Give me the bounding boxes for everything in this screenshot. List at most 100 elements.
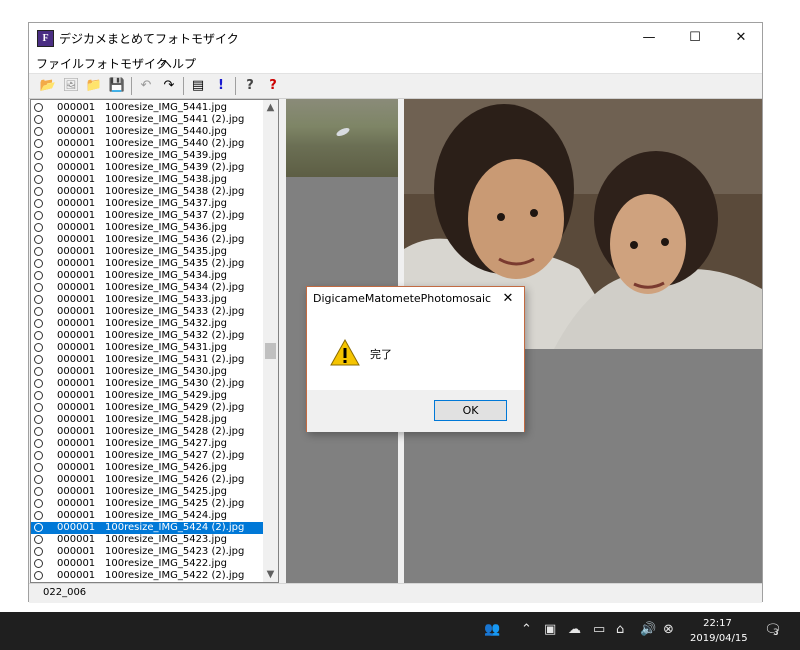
radio-icon[interactable] [34,103,43,112]
radio-icon[interactable] [34,115,43,124]
onedrive-icon[interactable]: ☁ [568,622,581,637]
radio-icon[interactable] [34,283,43,292]
list-item[interactable]: 000001 100resize_IMG_5422.jpg [31,558,264,570]
menu-photomosaic[interactable]: フォトモザイク [84,55,168,72]
list-item[interactable]: 000001 100resize_IMG_5431 (2).jpg [31,354,264,366]
radio-icon[interactable] [34,427,43,436]
file-list[interactable]: 000001 100resize_IMG_5422 (2).jpg 000001 10… [30,99,279,583]
radio-icon[interactable] [34,415,43,424]
radio-icon[interactable] [34,223,43,232]
list-item[interactable]: 000001 100resize_IMG_5426.jpg [31,462,264,474]
scroll-down-icon[interactable]: ▼ [263,567,278,582]
list-item[interactable]: 000001 100resize_IMG_5423.jpg [31,534,264,546]
radio-icon[interactable] [34,319,43,328]
minimize-button[interactable]: — [626,23,672,53]
radio-icon[interactable] [34,451,43,460]
list-item[interactable]: 000001 100resize_IMG_5436 (2).jpg [31,234,264,246]
list-item[interactable]: 000001 100resize_IMG_5426 (2).jpg [31,474,264,486]
list-item[interactable]: 000001 100resize_IMG_5438.jpg [31,174,264,186]
radio-icon[interactable] [34,127,43,136]
gallery-icon[interactable]: 🖼 [62,77,80,95]
list-item[interactable]: 000001 100resize_IMG_5425 (2).jpg [31,498,264,510]
radio-icon[interactable] [34,379,43,388]
list-item[interactable]: 000001 100resize_IMG_5427.jpg [31,438,264,450]
list-item[interactable]: 000001 100resize_IMG_5433 (2).jpg [31,306,264,318]
radio-icon[interactable] [34,271,43,280]
list-item[interactable]: 000001 100resize_IMG_5440 (2).jpg [31,138,264,150]
network-app-icon[interactable]: ▣ [544,622,556,637]
list-item[interactable]: 000001 100resize_IMG_5430.jpg [31,366,264,378]
list-item[interactable]: 000001 100resize_IMG_5433.jpg [31,294,264,306]
radio-icon[interactable] [34,367,43,376]
maximize-button[interactable]: ☐ [672,23,718,53]
radio-icon[interactable] [34,355,43,364]
list-item[interactable]: 000001 100resize_IMG_5423 (2).jpg [31,546,264,558]
radio-icon[interactable] [34,547,43,556]
list-item[interactable]: 000001 100resize_IMG_5435 (2).jpg [31,258,264,270]
wifi-icon[interactable]: ⌂ [616,622,624,637]
dialog-close-button[interactable]: ✕ [498,289,518,309]
list-item[interactable]: 000001 100resize_IMG_5431.jpg [31,342,264,354]
radio-icon[interactable] [34,463,43,472]
radio-icon[interactable] [34,343,43,352]
radio-icon[interactable] [34,499,43,508]
list-item[interactable]: 000001 100resize_IMG_5439.jpg [31,150,264,162]
radio-icon[interactable] [34,571,43,580]
radio-icon[interactable] [34,163,43,172]
list-item[interactable]: 000001 100resize_IMG_5441 (2).jpg [31,114,264,126]
radio-icon[interactable] [34,391,43,400]
folder-icon[interactable]: 📁 [85,77,103,95]
chevron-up-icon[interactable]: ⌃ [521,622,532,637]
list-item[interactable]: 000001 100resize_IMG_5438 (2).jpg [31,186,264,198]
radio-icon[interactable] [34,187,43,196]
scroll-thumb[interactable] [265,343,276,359]
tile-thumbnail[interactable] [286,99,398,177]
ok-button[interactable]: OK [434,400,507,421]
menu-help[interactable]: ヘルプ [160,55,196,72]
list-item[interactable]: 000001 100resize_IMG_5432.jpg [31,318,264,330]
list-item[interactable]: 000001 100resize_IMG_5441.jpg [31,102,264,114]
radio-icon[interactable] [34,403,43,412]
list-scrollbar[interactable]: ▲ ▼ [263,100,278,582]
list-item[interactable]: 000001 100resize_IMG_5425.jpg [31,486,264,498]
radio-icon[interactable] [34,475,43,484]
list-item[interactable]: 000001 100resize_IMG_5432 (2).jpg [31,330,264,342]
people-icon[interactable]: 👥 [484,622,500,637]
list-item[interactable]: 000001 100resize_IMG_5437.jpg [31,198,264,210]
scroll-up-icon[interactable]: ▲ [263,100,278,115]
list-item[interactable]: 000001 100resize_IMG_5429 (2).jpg [31,402,264,414]
menu-file[interactable]: ファイル [36,55,84,72]
title-bar[interactable]: F デジカメまとめてフォトモザイク — ☐ ✕ [29,23,762,53]
radio-icon[interactable] [34,235,43,244]
radio-icon[interactable] [34,259,43,268]
list-item[interactable]: 000001 100resize_IMG_5424 (2).jpg [31,522,264,534]
list-icon[interactable]: ▤ [189,77,207,95]
list-item[interactable]: 000001 100resize_IMG_5429.jpg [31,390,264,402]
battery-icon[interactable]: ▭ [593,622,605,637]
help-icon[interactable]: ? [241,77,259,95]
radio-icon[interactable] [34,559,43,568]
context-help-icon[interactable]: ? [264,77,282,95]
list-item[interactable]: 000001 100resize_IMG_5428 (2).jpg [31,426,264,438]
radio-icon[interactable] [34,151,43,160]
list-item[interactable]: 000001 100resize_IMG_5427 (2).jpg [31,450,264,462]
list-item[interactable]: 000001 100resize_IMG_5424.jpg [31,510,264,522]
radio-icon[interactable] [34,511,43,520]
list-item[interactable]: 000001 100resize_IMG_5435.jpg [31,246,264,258]
radio-icon[interactable] [34,139,43,148]
list-item[interactable]: 000001 100resize_IMG_5436.jpg [31,222,264,234]
list-item[interactable]: 000001 100resize_IMG_5422 (2).jpg [31,570,264,582]
list-item[interactable]: 000001 100resize_IMG_5437 (2).jpg [31,210,264,222]
radio-icon[interactable] [34,295,43,304]
list-item[interactable]: 000001 100resize_IMG_5428.jpg [31,414,264,426]
save-icon[interactable]: 💾 [108,77,126,95]
radio-icon[interactable] [34,331,43,340]
clock[interactable]: 22:17 2019/04/15 [690,616,748,646]
radio-icon[interactable] [34,535,43,544]
mute-icon[interactable]: ⊗ [663,622,674,637]
radio-icon[interactable] [34,439,43,448]
list-item[interactable]: 000001 100resize_IMG_5430 (2).jpg [31,378,264,390]
radio-icon[interactable] [34,487,43,496]
list-item[interactable]: 000001 100resize_IMG_5434.jpg [31,270,264,282]
exclamation-icon[interactable]: ! [212,77,230,95]
